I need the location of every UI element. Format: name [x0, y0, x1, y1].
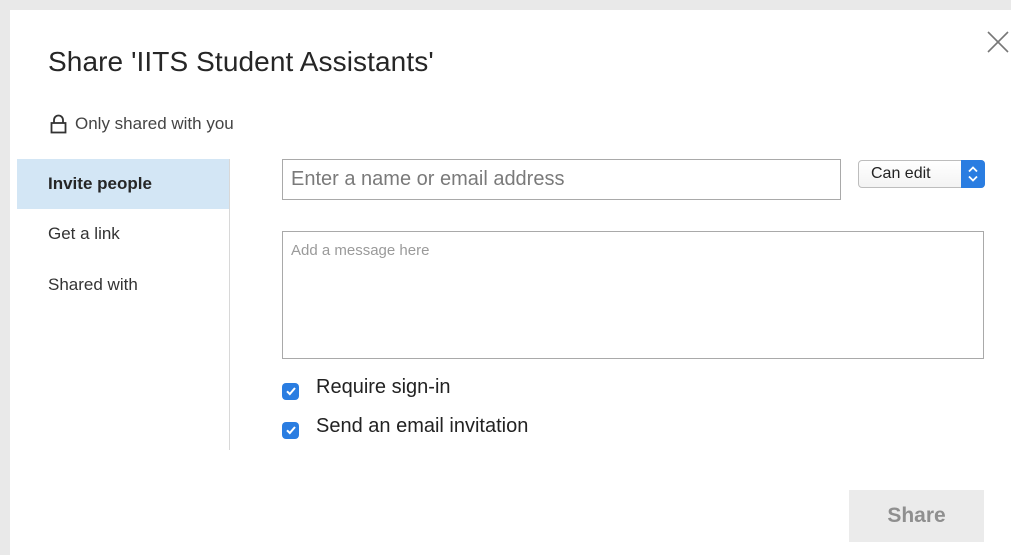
- checkmark-icon: [285, 426, 296, 435]
- require-sign-in-label: Require sign-in: [316, 375, 451, 398]
- require-sign-in-option[interactable]: Require sign-in: [282, 374, 451, 400]
- close-button[interactable]: [985, 29, 1011, 55]
- require-sign-in-checkbox[interactable]: [282, 382, 299, 400]
- checkmark-icon: [285, 387, 296, 396]
- send-email-invitation-label: Send an email invitation: [316, 414, 529, 437]
- share-dialog: Share 'IITS Student Assistants' Only sha…: [10, 10, 1011, 555]
- share-button[interactable]: Share: [849, 490, 984, 542]
- side-nav: Invite people Get a link Shared with: [17, 159, 230, 450]
- message-textarea[interactable]: [282, 231, 984, 359]
- sharing-status: Only shared with you: [50, 112, 234, 136]
- up-down-chevron-icon: [968, 166, 978, 182]
- close-icon: [987, 31, 1009, 53]
- name-email-input[interactable]: [282, 159, 841, 200]
- nav-item-shared-with[interactable]: Shared with: [17, 259, 229, 291]
- dialog-title: Share 'IITS Student Assistants': [48, 46, 434, 77]
- nav-item-invite-people[interactable]: Invite people: [17, 159, 229, 209]
- permission-value: Can edit: [871, 165, 931, 182]
- select-stepper: [961, 160, 985, 188]
- sharing-status-text: Only shared with you: [75, 114, 234, 133]
- send-email-invitation-option[interactable]: Send an email invitation: [282, 413, 528, 439]
- lock-icon: [50, 114, 67, 134]
- send-email-invitation-checkbox[interactable]: [282, 421, 299, 439]
- nav-item-get-a-link[interactable]: Get a link: [17, 209, 229, 259]
- permission-select[interactable]: Can edit: [858, 160, 985, 188]
